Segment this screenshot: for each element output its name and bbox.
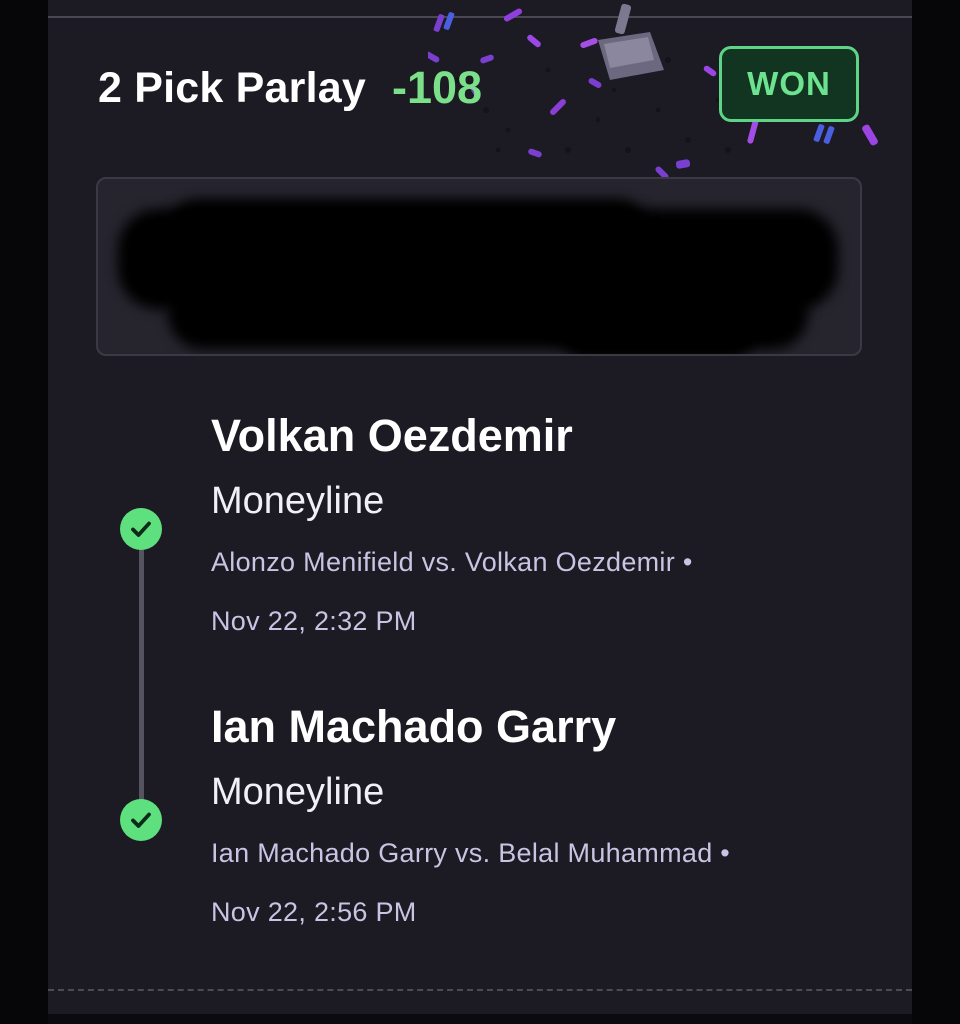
leg-selection: Volkan Oezdemir	[211, 410, 573, 461]
leg-time: Nov 22, 2:56 PM	[211, 897, 417, 927]
parlay-title: 2 Pick Parlay	[98, 63, 366, 112]
leg-market: Moneyline	[211, 771, 385, 813]
check-circle-icon	[120, 799, 162, 841]
bottom-divider	[48, 989, 912, 991]
check-circle-icon	[120, 508, 162, 550]
redacted-wager-details	[96, 177, 862, 356]
parlay-header: 2 Pick Parlay -108	[98, 60, 482, 116]
leg-selection: Ian Machado Garry	[211, 701, 617, 752]
left-margin	[0, 0, 48, 1024]
leg-item[interactable]: Volkan Oezdemir Moneyline Alonzo Menifie…	[211, 410, 693, 637]
leg-item[interactable]: Ian Machado Garry Moneyline Ian Machado …	[211, 701, 730, 928]
leg-matchup: Ian Machado Garry vs. Belal Muhammad •	[211, 838, 731, 868]
right-margin	[912, 0, 960, 1024]
status-badge: WON	[719, 46, 859, 122]
leg-matchup: Alonzo Menifield vs. Volkan Oezdemir •	[211, 547, 693, 577]
leg-time: Nov 22, 2:32 PM	[211, 606, 417, 636]
parlay-card[interactable]: 2 Pick Parlay -108 WON Volkan Oezdemir M…	[48, 0, 912, 1014]
bottom-edge	[48, 1014, 912, 1024]
timeline-connector	[139, 530, 144, 822]
parlay-odds: -108	[391, 62, 483, 113]
leg-market: Moneyline	[211, 480, 385, 522]
trophy-icon	[598, 3, 664, 80]
